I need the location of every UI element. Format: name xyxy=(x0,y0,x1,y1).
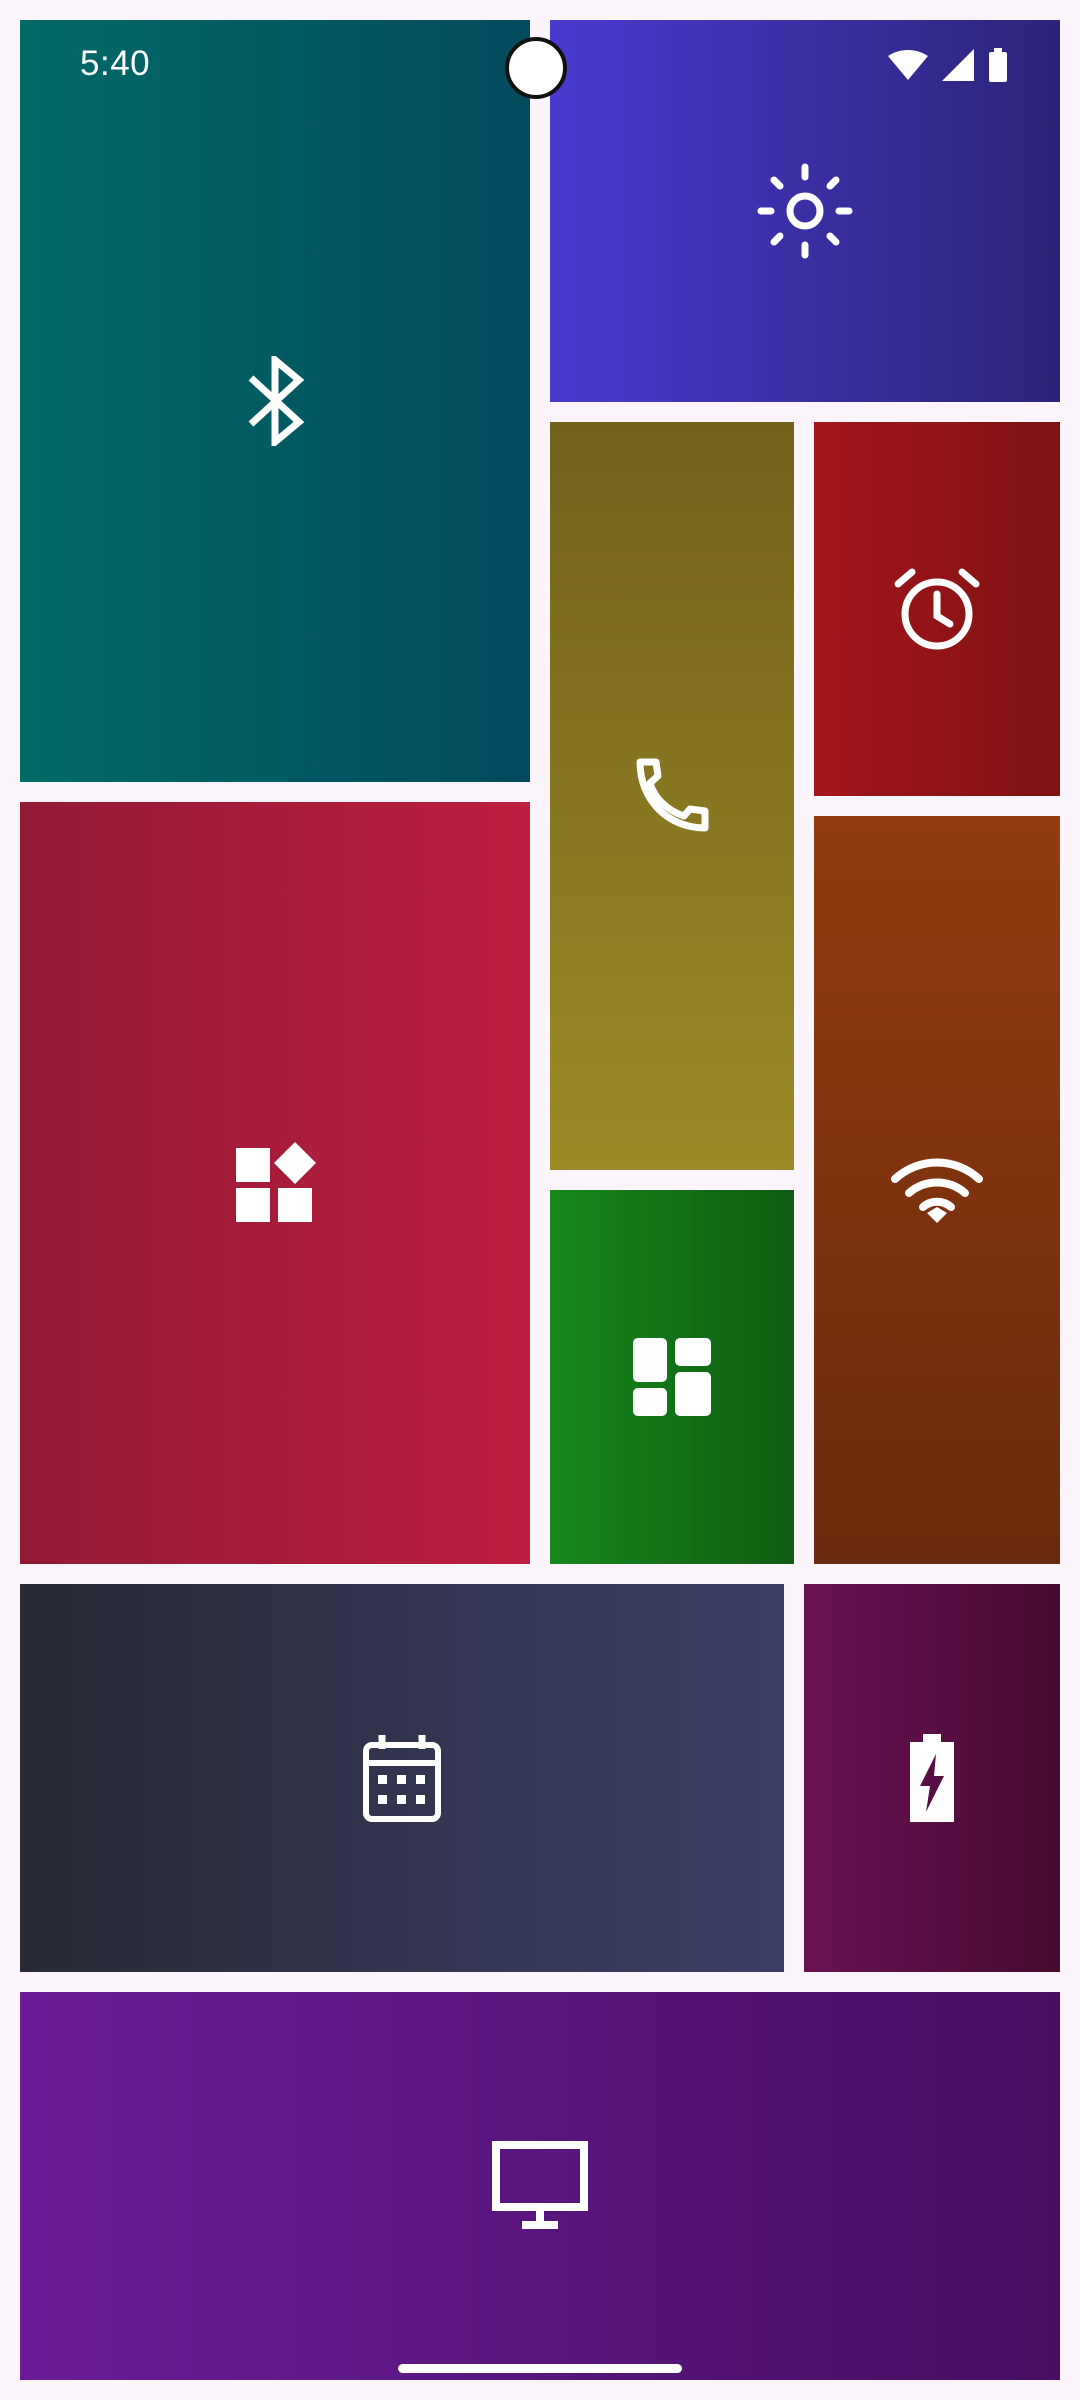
battery-charging-icon xyxy=(910,1734,954,1822)
bluetooth-tile[interactable] xyxy=(20,20,530,782)
wifi-icon xyxy=(889,1155,985,1225)
battery-tile[interactable] xyxy=(804,1584,1060,1972)
home-indicator[interactable] xyxy=(398,2364,682,2373)
brightness-icon xyxy=(755,161,855,261)
alarm-tile[interactable] xyxy=(814,422,1060,796)
widgets-tile[interactable] xyxy=(550,1190,794,1564)
phone-icon xyxy=(632,756,712,836)
calendar-icon xyxy=(362,1733,442,1823)
apps-tile[interactable] xyxy=(20,802,530,1564)
wifi-tile[interactable] xyxy=(814,816,1060,1564)
display-tile[interactable] xyxy=(20,1992,1060,2380)
brightness-tile[interactable] xyxy=(550,20,1060,402)
calendar-tile[interactable] xyxy=(20,1584,784,1972)
phone-tile[interactable] xyxy=(550,422,794,1170)
display-icon xyxy=(492,2141,588,2231)
alarm-icon xyxy=(892,564,982,654)
bluetooth-icon xyxy=(245,356,305,446)
widgets-icon xyxy=(633,1338,711,1416)
apps-icon xyxy=(234,1142,316,1224)
